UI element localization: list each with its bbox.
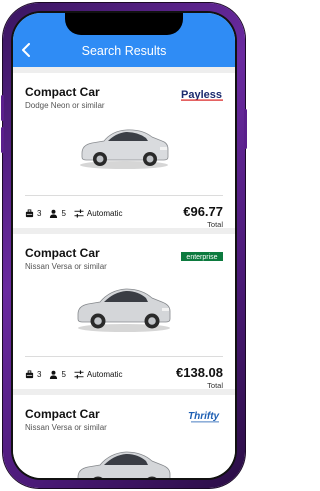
svg-text:Thrifty: Thrifty [188,411,220,422]
result-card[interactable]: Compact Car Nissan Versa or similar ente… [13,234,235,390]
sliders-icon [74,370,84,379]
divider [25,195,223,196]
divider [25,356,223,357]
luggage-icon [25,209,34,218]
bags-count: 3 [37,209,42,218]
luggage-icon [25,370,34,379]
thrifty-logo-icon: Thrifty [188,411,220,423]
svg-text:enterprise: enterprise [186,254,217,261]
phone-frame: Search Results Compact Car Dodge Neon or… [1,3,247,488]
seats-count: 5 [61,370,66,379]
notch [65,13,183,35]
price-label: Total [207,220,223,229]
screen: Search Results Compact Car Dodge Neon or… [13,13,235,478]
sliders-icon [74,209,84,218]
car-image-silver-sedan [80,129,169,169]
price-label: Total [207,381,223,390]
price: €138.08 [176,365,223,380]
transmission: Automatic [86,209,123,218]
car-specs: 3 5 Automatic [25,370,122,379]
results-list[interactable]: Compact Car Dodge Neon or similar Payles… [13,67,235,478]
transmission: Automatic [86,370,123,379]
result-card[interactable]: Compact Car Dodge Neon or similar Payles… [13,73,235,229]
car-model: Nissan Versa or similar [25,423,107,432]
car-model: Nissan Versa or similar [25,262,107,271]
bags-count: 3 [37,370,42,379]
payless-logo-icon: Payless [181,89,223,101]
power-button [244,109,247,149]
person-icon [50,370,58,379]
result-card[interactable]: Compact Car Nissan Versa or similar Thri… [13,395,235,478]
person-icon [50,209,58,218]
car-image-silver-sedan [77,451,171,478]
volume-down-button [1,127,4,153]
volume-up-button [1,95,4,121]
car-image-silver-sedan [77,288,171,332]
seats-count: 5 [61,209,66,218]
svg-text:Payless: Payless [181,89,222,101]
car-specs: 3 5 Automatic [25,209,122,218]
car-class: Compact Car [25,246,100,260]
enterprise-logo-icon: enterprise [181,252,223,261]
car-class: Compact Car [25,85,100,99]
car-class: Compact Car [25,407,100,421]
phone-bezel: Search Results Compact Car Dodge Neon or… [11,11,237,480]
car-model: Dodge Neon or similar [25,101,105,110]
page-title: Search Results [81,44,167,58]
price: €96.77 [183,204,223,219]
